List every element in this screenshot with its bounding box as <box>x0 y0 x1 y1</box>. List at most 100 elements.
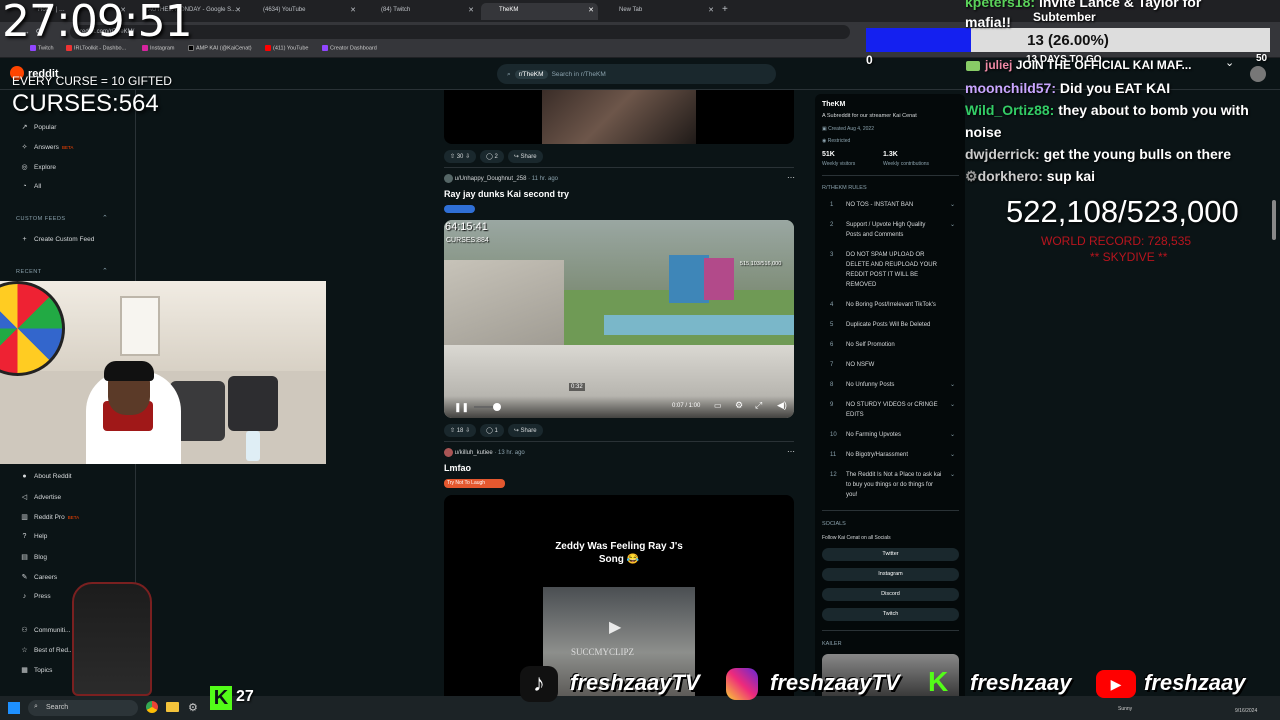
nav-popular[interactable]: ↗ Popular <box>20 123 57 131</box>
chevron-down-icon[interactable]: ⌄ <box>950 200 955 210</box>
nav-reddit-pro[interactable]: ▥ Reddit Pro BETA <box>20 513 79 521</box>
video-caption: Zeddy Was Feeling Ray J's Song 😂 <box>555 541 683 565</box>
instagram-button[interactable]: Instagram <box>822 568 959 581</box>
visitors-count: 51K <box>822 151 835 158</box>
file-explorer-icon[interactable] <box>166 702 179 712</box>
avatar[interactable] <box>444 448 453 457</box>
vote-pill[interactable]: ⇧ 18 ⇩ <box>444 424 477 437</box>
chevron-down-icon[interactable]: ⌄ <box>950 220 955 230</box>
captions-icon[interactable]: ▭ <box>714 401 722 410</box>
vote-pill[interactable]: ⇧ 30 ⇩ <box>444 150 477 163</box>
upvote-icon[interactable]: ⇧ <box>450 428 455 434</box>
tab-thekm[interactable]: TheKM ✕ <box>481 3 598 20</box>
chevron-down-icon[interactable]: ⌄ <box>950 450 955 460</box>
water-bottle <box>246 431 260 461</box>
more-options-icon[interactable]: ⋯ <box>787 173 795 182</box>
post-media[interactable] <box>444 90 794 144</box>
avatar[interactable] <box>444 174 453 183</box>
fullscreen-icon[interactable]: ⤢ <box>755 400 762 411</box>
nav-help[interactable]: ? Help <box>20 533 48 540</box>
close-icon[interactable]: ✕ <box>588 6 594 14</box>
close-icon[interactable]: ✕ <box>708 6 714 14</box>
post-author[interactable]: u/Unhappy_Doughnut_258 <box>455 176 527 182</box>
search-input[interactable]: ⌕ r/TheKM Search in r/TheKM <box>497 64 776 84</box>
kick-logo-icon: K <box>928 666 949 697</box>
more-options-icon[interactable]: ⋯ <box>787 447 795 456</box>
chrome-icon[interactable] <box>146 701 158 713</box>
instagram-handle: freshzaayTV <box>770 670 900 695</box>
scrollbar-thumb[interactable] <box>1272 200 1276 240</box>
nav-best-of[interactable]: ☆ Best of Red... <box>20 646 73 654</box>
nav-advertise[interactable]: ◁ Advertise <box>20 493 61 501</box>
nav-topics[interactable]: ▦ Topics <box>20 666 52 674</box>
chevron-down-icon[interactable]: ⌄ <box>950 430 955 440</box>
tiktok-icon: ♪ <box>520 666 558 702</box>
chat-message: kpeters18: invite Lance & Taylor for <box>965 0 1202 10</box>
recent-header[interactable]: RECENT <box>16 269 42 275</box>
settings-gear-icon[interactable]: ⚙ <box>188 701 198 714</box>
chevron-up-icon[interactable]: ⌃ <box>102 214 108 222</box>
close-icon[interactable]: ✕ <box>350 6 356 14</box>
lock-icon: ◉ <box>822 138 827 144</box>
chat-message: dwjderrick: get the young bulls on there <box>965 146 1232 162</box>
play-icon[interactable]: ▶ <box>609 617 621 637</box>
subreddit-chip[interactable]: r/TheKM <box>514 70 548 79</box>
new-tab-plus-icon[interactable]: + <box>722 4 728 15</box>
comments-button[interactable]: ◯ 1 <box>480 424 504 437</box>
nav-careers[interactable]: ✎ Careers <box>20 573 58 581</box>
bookmark-x[interactable]: AMP KAI (@KaiCenat) <box>188 45 252 51</box>
custom-feeds-header[interactable]: CUSTOM FEEDS <box>16 216 66 222</box>
nav-communities[interactable]: ⚇ Communiti... <box>20 626 70 634</box>
windows-start-icon[interactable] <box>8 702 20 714</box>
scrubber-handle[interactable] <box>493 403 501 411</box>
skydive-label: ** SKYDIVE ** <box>1090 250 1168 264</box>
bookmark-creator-dashboard[interactable]: Creator Dashboard <box>322 45 377 51</box>
nav-all[interactable]: ◔ All <box>20 183 41 190</box>
twitch-button[interactable]: Twitch <box>822 608 959 621</box>
nav-answers[interactable]: ✧ Answers BETA <box>20 143 74 151</box>
nav-about-reddit[interactable]: ● About Reddit <box>20 473 71 480</box>
chevron-down-icon[interactable]: ⌄ <box>950 470 955 480</box>
post-author[interactable]: u/killuh_kutiee <box>455 450 493 456</box>
post-title[interactable]: Lmfao <box>444 463 471 473</box>
nav-create-custom-feed[interactable]: + Create Custom Feed <box>20 236 94 243</box>
taskbar-search[interactable]: ⌕ Search <box>28 700 138 716</box>
chevron-down-icon[interactable]: ⌄ <box>950 380 955 390</box>
downvote-icon[interactable]: ⇩ <box>465 154 470 160</box>
upvote-icon[interactable]: ⇧ <box>450 154 455 160</box>
chevron-down-icon[interactable]: ⌄ <box>1225 56 1234 69</box>
tab-twitch[interactable]: (84) Twitch ✕ <box>363 3 478 20</box>
gaming-chair <box>72 582 152 696</box>
contributions-count: 1.3K <box>883 151 898 158</box>
nav-blog[interactable]: ▤ Blog <box>20 553 47 561</box>
post-flair[interactable] <box>444 205 475 213</box>
post-flair[interactable]: Try Not To Laugh <box>444 479 505 488</box>
share-button[interactable]: ↪ Share <box>507 150 543 163</box>
post-title[interactable]: Ray jay dunks Kai second try <box>444 189 569 199</box>
video-player[interactable]: 64:15:41 CURSES:884 515,103/516,000 0:32… <box>444 220 794 418</box>
nav-press[interactable]: ♪ Press <box>20 593 51 600</box>
close-icon[interactable]: ✕ <box>468 6 474 14</box>
divider <box>822 175 959 176</box>
settings-gear-icon[interactable]: ⚙ <box>735 400 743 411</box>
close-icon[interactable]: ✕ <box>235 6 241 14</box>
pause-icon[interactable]: ❚❚ <box>454 402 469 413</box>
discord-button[interactable]: Discord <box>822 588 959 601</box>
bookmark-youtube[interactable]: (411) YouTube <box>265 45 308 51</box>
downvote-icon[interactable]: ⇩ <box>465 428 470 434</box>
chevron-down-icon[interactable]: ⌄ <box>950 400 955 410</box>
chat-badge-icon <box>966 61 980 71</box>
nav-explore[interactable]: ◎ Explore <box>20 163 56 171</box>
share-button[interactable]: ↪ Share <box>507 424 543 437</box>
comments-button[interactable]: ◯ 2 <box>480 150 504 163</box>
divider <box>444 441 794 442</box>
divider <box>822 510 959 511</box>
volume-icon[interactable]: ◀) <box>777 400 787 411</box>
tab-new-tab[interactable]: New Tab ✕ <box>601 3 718 20</box>
beta-badge: BETA <box>61 145 74 150</box>
tab-youtube[interactable]: (4634) YouTube ✕ <box>245 3 360 20</box>
world-record: WORLD RECORD: 728,535 <box>1041 234 1192 248</box>
twitter-button[interactable]: Twitter <box>822 548 959 561</box>
chat-message: Wild_Ortiz88: they about to bomb you wit… <box>965 102 1249 118</box>
chevron-up-icon[interactable]: ⌃ <box>102 267 108 275</box>
